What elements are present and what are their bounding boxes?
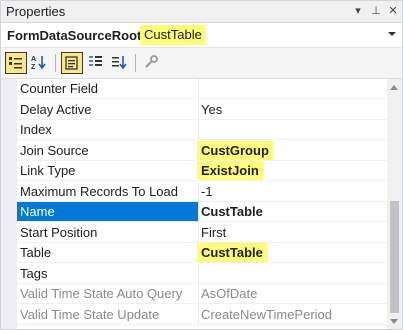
property-name: Join Source: [17, 140, 199, 160]
property-value[interactable]: ExistJoin: [197, 161, 263, 180]
property-name: Valid Time State Auto Query: [17, 284, 199, 303]
property-row[interactable]: Counter Field: [17, 79, 387, 99]
property-name: Tags: [17, 263, 199, 283]
object-type: FormDataSourceRoot: [7, 28, 142, 43]
scroll-down-icon[interactable]: [390, 319, 398, 324]
properties-toolbar: A Z: [1, 48, 402, 79]
property-row[interactable]: Tags: [17, 263, 387, 284]
property-name: Link Type: [17, 161, 199, 180]
property-row[interactable]: Start Position First: [17, 222, 387, 243]
property-value[interactable]: -1: [198, 182, 213, 201]
property-name: Table: [17, 243, 199, 262]
property-value[interactable]: AsOfDate: [198, 284, 257, 303]
property-row[interactable]: Valid Time State Auto Query AsOfDate: [17, 284, 387, 304]
property-row[interactable]: Delay Active Yes: [17, 99, 387, 120]
properties-window: Properties ▾ ⊥ ✕ FormDataSourceRoot Cust…: [0, 0, 403, 330]
property-row[interactable]: Table CustTable: [17, 243, 387, 263]
alphabetical-icon[interactable]: A Z: [29, 52, 51, 74]
property-row[interactable]: Maximum Records To Load -1: [17, 181, 387, 202]
property-value[interactable]: CreateNewTimePeriod: [198, 305, 332, 324]
property-value[interactable]: [198, 264, 201, 283]
window-dropdown-icon[interactable]: ▾: [351, 3, 365, 19]
property-row[interactable]: Index: [17, 120, 387, 140]
property-row[interactable]: Valid Time State Update CreateNewTimePeri…: [17, 304, 387, 325]
property-name: Delay Active: [17, 99, 199, 119]
categorized-icon[interactable]: [5, 52, 27, 74]
property-row[interactable]: Name CustTable: [17, 202, 387, 222]
property-name: Valid Time State Update: [17, 304, 199, 324]
object-selector[interactable]: FormDataSourceRoot CustTable: [1, 23, 402, 48]
wrench-icon[interactable]: [141, 52, 163, 74]
property-value[interactable]: CustTable: [197, 243, 267, 262]
property-name: Index: [17, 120, 199, 139]
events-icon[interactable]: [85, 52, 107, 74]
scrollbar-thumb[interactable]: [390, 201, 399, 313]
property-name: Maximum Records To Load: [17, 181, 199, 201]
svg-text:Z: Z: [31, 64, 36, 70]
property-row[interactable]: Link Type ExistJoin: [17, 161, 387, 181]
property-name: Start Position: [17, 222, 199, 242]
chevron-down-icon[interactable]: [388, 32, 396, 36]
property-row[interactable]: Join Source CustGroup: [17, 140, 387, 161]
grid-gutter: [1, 79, 17, 329]
property-value[interactable]: CustGroup: [197, 140, 273, 160]
vertical-scrollbar[interactable]: [387, 79, 402, 329]
title-bar: Properties ▾ ⊥ ✕: [1, 1, 402, 23]
property-name: Counter Field: [17, 79, 199, 98]
property-value[interactable]: First: [198, 223, 226, 242]
svg-text:A: A: [31, 56, 36, 63]
object-name: CustTable: [140, 25, 206, 45]
property-value[interactable]: [198, 79, 201, 98]
property-value[interactable]: CustTable: [198, 202, 263, 221]
sort-icon[interactable]: [109, 52, 131, 74]
pin-icon[interactable]: ⊥: [369, 3, 383, 19]
scroll-up-icon[interactable]: [390, 85, 398, 90]
property-name: Name: [17, 202, 199, 221]
property-value[interactable]: [198, 120, 201, 139]
window-title: Properties: [6, 4, 66, 19]
properties-icon[interactable]: [61, 52, 83, 74]
close-icon[interactable]: ✕: [386, 3, 400, 19]
property-grid: Counter Field Delay Active Yes Index Join So…: [1, 79, 387, 329]
property-value[interactable]: Yes: [198, 100, 222, 119]
